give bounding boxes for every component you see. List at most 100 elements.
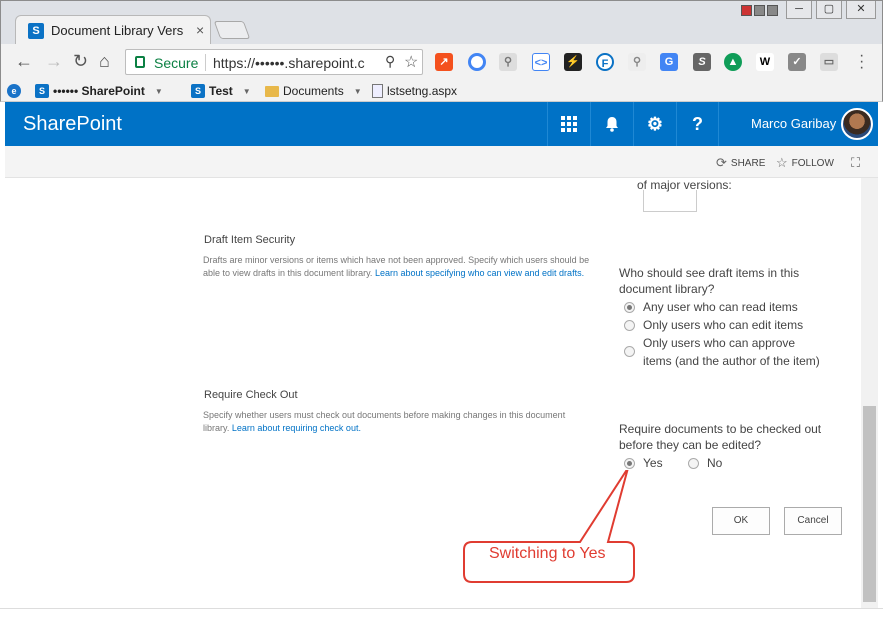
chevron-down-icon: ▼ [353,86,362,96]
follow-button[interactable]: ☆ FOLLOW [776,155,834,171]
browser-tab[interactable]: S Document Library Versio × [15,15,211,45]
window-close-button[interactable]: ✕ [846,1,876,19]
ok-button[interactable]: OK [712,507,770,535]
bookmark-sharepoint[interactable]: S •••••• SharePoint ▼ [35,84,163,98]
share-label: SHARE [730,157,766,169]
extension-f-icon[interactable]: F [596,53,614,71]
previous-field-input[interactable] [643,190,697,212]
radio-button[interactable] [624,458,635,469]
follow-label: FOLLOW [791,157,834,169]
radio-label: Only users who can approve items (and th… [643,336,820,368]
draft-security-link[interactable]: Learn about specifying who can view and … [375,268,584,278]
radio-no[interactable]: No [688,454,722,472]
annotation-text: Switching to Yes [489,545,606,562]
radio-label: Only users who can edit items [643,318,804,332]
draft-security-question: Who should see draft items in this docum… [619,266,800,296]
radio-button[interactable] [624,302,635,313]
forward-icon[interactable]: → [45,52,63,70]
action-bar: ⟳ SHARE ☆ FOLLOW ⛶ [5,146,878,178]
check-out-link[interactable]: Learn about requiring check out. [232,423,361,433]
folder-icon [265,85,279,97]
bookmark-label: •••••• SharePoint [53,84,145,98]
bookmark-test[interactable]: S Test ▼ [191,84,251,98]
draft-security-title: Draft Item Security [204,234,296,246]
annotation-callout: Switching to Yes [460,467,640,585]
radio-approve-users[interactable]: Only users who can approve items (and th… [624,334,824,370]
radio-label: No [707,456,723,470]
reload-icon[interactable]: ↻ [73,52,88,70]
radio-button[interactable] [688,458,699,469]
sharepoint-icon: S [28,23,44,39]
extension-chart-icon[interactable]: ↗ [435,53,453,71]
check-out-description: Specify whether users must check out doc… [203,409,593,435]
bookmark-label: Documents [283,84,344,98]
extension-s-icon[interactable]: S [693,53,711,71]
app-launcher-icon[interactable] [547,102,590,146]
scrollbar-thumb[interactable] [863,406,876,602]
extension-drive-icon[interactable]: ▲ [724,53,742,71]
extension-cast-icon[interactable]: ▭ [820,53,838,71]
extension-ring-icon[interactable] [468,53,486,71]
extension-check-icon[interactable]: ✓ [788,53,806,71]
extension-w-icon[interactable]: W [756,53,774,71]
bookmark-star-icon[interactable]: ☆ [404,52,418,72]
back-icon[interactable]: ← [15,52,33,70]
gear-icon[interactable]: ⚙ [633,102,676,146]
ie-icon[interactable]: e [7,84,21,98]
url-text[interactable]: https://••••••.sharepoint.c [213,55,381,71]
divider [205,54,206,71]
check-out-question: Require documents to be checked out befo… [619,422,822,452]
cancel-button[interactable]: Cancel [784,507,842,535]
menu-icon[interactable]: · · · [859,48,864,76]
check-out-title: Require Check Out [204,389,298,401]
browser-titlebar: S Document Library Versio × ─ ▢ ✕ [0,0,883,45]
window-controls: ─ ▢ ✕ [786,1,876,19]
bell-icon[interactable] [590,102,633,146]
lock-icon [135,56,145,68]
vertical-scrollbar[interactable] [861,178,878,608]
extension-magnifier-icon[interactable]: ⚲ [628,53,646,71]
extension-translate-icon[interactable]: G [660,53,678,71]
extension-code-icon[interactable]: <> [532,53,550,71]
bookmark-documents[interactable]: Documents ▼ [265,84,362,98]
restore-button[interactable]: ▢ [816,1,842,19]
home-icon[interactable]: ⌂ [99,52,110,70]
help-icon[interactable]: ? [676,102,719,146]
extension-search-icon[interactable]: ⚲ [499,53,517,71]
bookmark-label: lstsetng.aspx [387,84,458,98]
browser-toolbar: ← → ↻ ⌂ Secure https://••••••.sharepoint… [0,44,883,80]
sharepoint-icon: S [35,84,49,98]
settings-form: of major versions: Draft Item Security D… [5,178,861,608]
radio-button[interactable] [624,346,635,357]
suite-bar: SharePoint ⚙ ? Marco Garibay [5,102,878,146]
bookmarks-bar: e S •••••• SharePoint ▼ S Test ▼ Documen… [0,80,883,102]
avatar[interactable] [841,108,873,140]
share-button[interactable]: ⟳ SHARE [716,155,765,171]
zoom-icon[interactable]: ⚲ [385,53,395,70]
bookmark-label: Test [209,84,233,98]
window-bottom [0,608,883,626]
page-icon [372,84,383,98]
chevron-down-icon: ▼ [242,86,251,96]
radio-any-user[interactable]: Any user who can read items [624,298,798,316]
radio-edit-users[interactable]: Only users who can edit items [624,316,803,334]
draft-security-description: Drafts are minor versions or items which… [203,254,593,280]
sharepoint-icon: S [191,84,205,98]
tab-title: Document Library Versio [51,23,183,38]
address-bar[interactable]: Secure https://••••••.sharepoint.c ⚲ ☆ [125,49,423,75]
chevron-down-icon: ▼ [154,86,163,96]
secure-label: Secure [154,55,199,71]
profile-icons [741,5,778,16]
radio-label: Any user who can read items [643,300,798,314]
minimize-button[interactable]: ─ [786,1,812,19]
brand-title[interactable]: SharePoint [23,113,122,136]
radio-label: Yes [643,456,663,470]
bookmark-lstsetng[interactable]: lstsetng.aspx [372,84,457,98]
extension-bolt-icon[interactable]: ⚡ [564,53,582,71]
user-name[interactable]: Marco Garibay [751,116,836,131]
radio-button[interactable] [624,320,635,331]
focus-content-icon[interactable]: ⛶ [851,155,860,171]
close-icon[interactable]: × [196,22,204,38]
new-tab-button[interactable] [213,21,251,39]
share-icon: ⟳ [716,155,727,170]
